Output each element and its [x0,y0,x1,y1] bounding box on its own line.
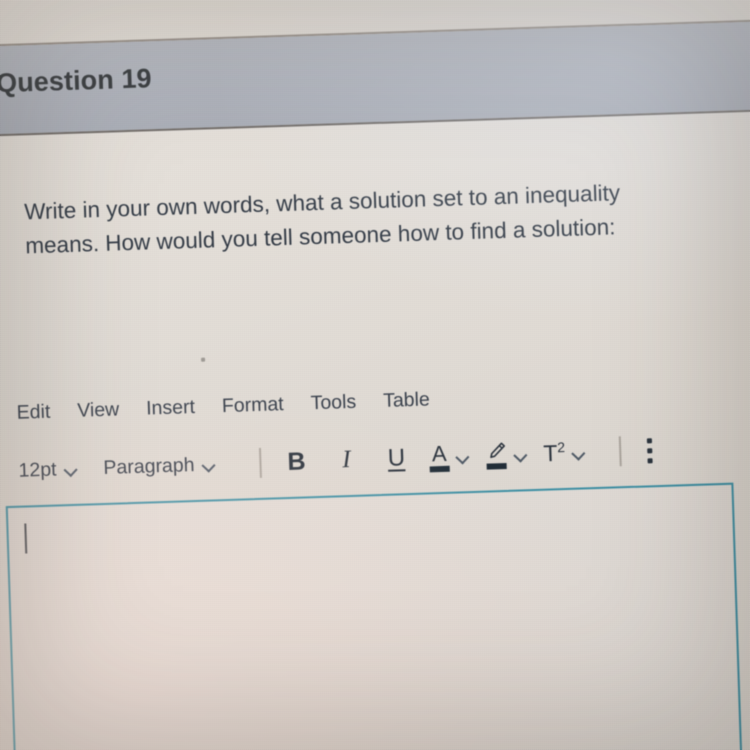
text-color-letter: A [431,440,448,466]
highlighter-pen-glyph [490,442,506,459]
block-format-value: Paragraph [103,453,195,479]
text-caret [24,523,28,554]
editor-menubar: Edit View Insert Format Tools Table [16,388,430,424]
menu-item-edit[interactable]: Edit [16,401,50,425]
bold-button[interactable]: B [279,443,314,480]
chevron-down-icon [456,452,469,460]
highlighter-pen-icon [485,441,508,470]
text-color-swatch [429,465,450,472]
chevron-down-icon [514,450,527,458]
chevron-down-icon [572,448,585,456]
text-color-button[interactable]: A [429,438,470,475]
superscript-base: T [542,440,558,467]
rich-text-editor-body[interactable] [5,482,744,750]
question-prompt: Write in your own words, what a solution… [23,180,621,259]
superscript-exponent: 2 [556,439,566,456]
superscript-button[interactable]: T2 [543,434,586,471]
chevron-down-icon [202,460,215,468]
font-size-dropdown[interactable]: 12pt [18,457,78,482]
menu-item-format[interactable]: Format [222,393,284,418]
underline-button[interactable]: U [379,440,414,477]
italic-button[interactable]: I [329,442,364,479]
screen-speck [201,357,206,362]
screen-photo: Question 19 0 p Write in your own words,… [0,0,750,750]
kebab-dot [647,447,653,453]
question-title: Question 19 [0,63,153,99]
more-options-button[interactable] [639,437,662,463]
quiz-screen: Question 19 0 p Write in your own words,… [0,0,750,750]
font-size-value: 12pt [18,457,57,482]
toolbar-divider [618,436,622,467]
highlight-color-button[interactable] [485,436,528,473]
superscript-icon: T2 [543,439,566,467]
text-color-icon: A [429,440,450,472]
editor-toolbar: 12pt Paragraph B I U A T2 [18,430,662,491]
highlight-color-swatch [486,462,507,470]
editor-content [8,485,732,508]
chevron-down-icon [64,465,77,473]
toolbar-divider [259,447,262,478]
kebab-dot [647,437,653,443]
block-format-dropdown[interactable]: Paragraph [103,453,216,480]
kebab-dot [647,457,654,463]
menu-item-insert[interactable]: Insert [146,396,195,421]
question-body: Write in your own words, what a solution… [0,111,750,750]
menu-item-table[interactable]: Table [383,388,430,412]
menu-item-view[interactable]: View [77,398,120,422]
menu-item-tools[interactable]: Tools [310,391,356,415]
